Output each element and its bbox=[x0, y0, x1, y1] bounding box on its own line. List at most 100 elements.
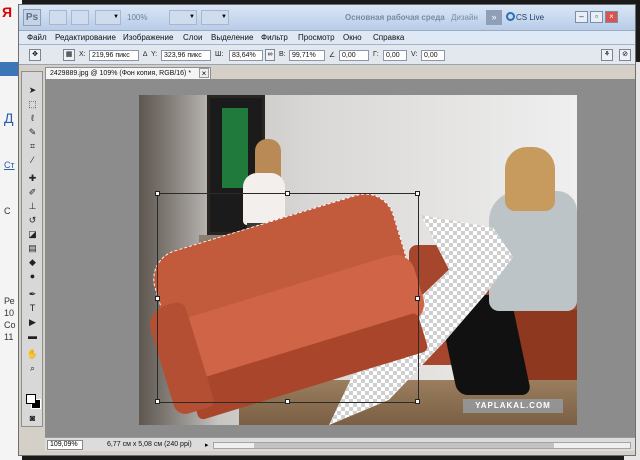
status-bar: 109,09% 6,77 см x 5,08 см (240 ppi) ▸ bbox=[45, 437, 635, 451]
menu-file[interactable]: Файл bbox=[27, 33, 47, 42]
maximize-icon: ▫ bbox=[595, 12, 598, 21]
close-icon: × bbox=[609, 12, 614, 21]
hand-icon[interactable]: ✋ bbox=[25, 348, 40, 361]
transform-handle-top-left[interactable] bbox=[155, 191, 160, 196]
puppet-warp-icon[interactable]: ⚘ bbox=[601, 49, 613, 61]
chevron-down-icon: ▼ bbox=[189, 14, 195, 20]
workspace-design-button[interactable]: Дизайн bbox=[451, 13, 478, 22]
quick-mask-icon[interactable]: ◙ bbox=[25, 412, 40, 425]
reference-point-icon[interactable]: ▦ bbox=[63, 49, 75, 61]
horizontal-scrollbar-thumb[interactable] bbox=[254, 443, 554, 448]
bridge-button[interactable] bbox=[49, 10, 67, 25]
height-percent-field[interactable]: 99,71% bbox=[289, 50, 325, 61]
browser-text-fragment: 10 bbox=[4, 308, 15, 318]
transform-handle-left[interactable] bbox=[155, 296, 160, 301]
link-icon[interactable]: ∞ bbox=[265, 49, 275, 61]
horizontal-scrollbar[interactable] bbox=[213, 442, 631, 449]
delta-icon: ∆ bbox=[143, 51, 148, 58]
brush-icon[interactable]: ✐ bbox=[25, 186, 40, 199]
chevron-down-icon: ▼ bbox=[113, 14, 119, 20]
browser-text-fragment: С bbox=[4, 206, 11, 216]
zoom-icon[interactable]: ⌕ bbox=[25, 362, 40, 375]
vskew-label: V: bbox=[411, 51, 418, 58]
clone-stamp-icon[interactable]: ⊥ bbox=[25, 200, 40, 213]
menu-select[interactable]: Выделение bbox=[211, 33, 253, 42]
menu-filter[interactable]: Фильтр bbox=[261, 33, 288, 42]
type-icon[interactable]: T bbox=[25, 302, 40, 315]
pen-icon[interactable]: ✒ bbox=[25, 288, 40, 301]
browser-link-fragment[interactable]: Ст bbox=[4, 160, 15, 170]
canvas-area[interactable]: YAPLAKAL.COM bbox=[45, 79, 635, 437]
browser-logo-fragment: Я bbox=[2, 4, 13, 20]
lasso-icon[interactable]: ℓ bbox=[25, 112, 40, 125]
crop-icon[interactable]: ⌗ bbox=[25, 140, 40, 153]
shape-icon[interactable]: ▬ bbox=[25, 330, 40, 343]
browser-tab-strip bbox=[0, 62, 18, 76]
chevron-down-icon: ▼ bbox=[221, 14, 227, 20]
h-label: В: bbox=[279, 51, 286, 58]
menu-layers[interactable]: Слои bbox=[183, 33, 202, 42]
transform-handle-bottom-left[interactable] bbox=[155, 399, 160, 404]
menu-edit[interactable]: Редактирование bbox=[55, 33, 116, 42]
browser-text-fragment: Д bbox=[4, 110, 14, 126]
eyedropper-icon[interactable]: ⁄ bbox=[25, 154, 40, 167]
tool-preset-icon[interactable]: ✥ bbox=[29, 49, 41, 61]
minimize-icon: – bbox=[579, 12, 584, 21]
close-button[interactable]: × bbox=[605, 11, 618, 23]
free-transform-box[interactable] bbox=[155, 191, 420, 404]
marquee-icon[interactable]: ⬚ bbox=[25, 98, 40, 111]
angle-field[interactable]: 0,00 bbox=[339, 50, 369, 61]
status-menu-arrow[interactable]: ▸ bbox=[205, 441, 209, 449]
y-label: Y: bbox=[151, 51, 158, 58]
photoshop-window: Ps ▼ 100% ▼ ▼ Основная рабочая среда Диз… bbox=[18, 4, 636, 456]
cs-live-button[interactable]: CS Live bbox=[516, 13, 544, 22]
blur-icon[interactable]: ◆ bbox=[25, 256, 40, 269]
menu-window[interactable]: Окно bbox=[343, 33, 362, 42]
status-zoom-field[interactable]: 109,09% bbox=[47, 440, 83, 450]
browser-text-fragment: Со bbox=[4, 320, 16, 330]
path-select-icon[interactable]: ▶ bbox=[25, 316, 40, 329]
extras-dropdown[interactable]: ▼ bbox=[95, 10, 121, 25]
cancel-transform-icon[interactable]: ⊘ bbox=[619, 49, 631, 61]
menu-image[interactable]: Изображение bbox=[123, 33, 173, 42]
x-position-field[interactable]: 219,96 пикс bbox=[89, 50, 139, 61]
y-position-field[interactable]: 323,96 пикс bbox=[161, 50, 211, 61]
transform-handle-bottom-right[interactable] bbox=[415, 399, 420, 404]
x-label: X: bbox=[79, 51, 86, 58]
minibridge-button[interactable] bbox=[71, 10, 89, 25]
menu-help[interactable]: Справка bbox=[373, 33, 404, 42]
document-canvas[interactable]: YAPLAKAL.COM bbox=[139, 95, 577, 425]
app-logo: Ps bbox=[23, 9, 41, 26]
document-close-button[interactable]: × bbox=[199, 68, 209, 78]
transform-handle-top-right[interactable] bbox=[415, 191, 420, 196]
healing-brush-icon[interactable]: ✚ bbox=[25, 172, 40, 185]
workspace-more-button[interactable]: » bbox=[486, 10, 502, 25]
gradient-icon[interactable]: ▤ bbox=[25, 242, 40, 255]
history-brush-icon[interactable]: ↺ bbox=[25, 214, 40, 227]
workspace-main-button[interactable]: Основная рабочая среда bbox=[345, 13, 445, 22]
maximize-button[interactable]: ▫ bbox=[590, 11, 603, 23]
w-label: Ш: bbox=[215, 51, 224, 58]
arrange-documents-dropdown[interactable]: ▼ bbox=[169, 10, 197, 25]
minimize-button[interactable]: – bbox=[575, 11, 588, 23]
hskew-label: Г: bbox=[373, 51, 379, 58]
horizontal-skew-field[interactable]: 0,00 bbox=[383, 50, 407, 61]
document-tab[interactable]: 2429889.jpg @ 109% (Фон копия, RGB/16) * bbox=[45, 67, 211, 79]
photo-mirror-reflection bbox=[222, 108, 248, 188]
zoom-level[interactable]: 100% bbox=[127, 13, 147, 22]
dodge-icon[interactable]: ● bbox=[25, 270, 40, 283]
transform-handle-bottom[interactable] bbox=[285, 399, 290, 404]
foreground-color-swatch[interactable] bbox=[26, 394, 36, 404]
menu-bar: Файл Редактирование Изображение Слои Выд… bbox=[19, 31, 635, 45]
vertical-skew-field[interactable]: 0,00 bbox=[421, 50, 445, 61]
transform-handle-right[interactable] bbox=[415, 296, 420, 301]
quick-select-icon[interactable]: ✎ bbox=[25, 126, 40, 139]
width-percent-field[interactable]: 83,64% bbox=[229, 50, 263, 61]
screen-mode-dropdown[interactable]: ▼ bbox=[201, 10, 229, 25]
status-document-size: 6,77 см x 5,08 см (240 ppi) bbox=[107, 441, 192, 448]
eraser-icon[interactable]: ◪ bbox=[25, 228, 40, 241]
menu-view[interactable]: Просмотр bbox=[298, 33, 335, 42]
angle-icon: ∠ bbox=[329, 52, 336, 59]
move-icon[interactable]: ➤ bbox=[25, 84, 40, 97]
transform-handle-top[interactable] bbox=[285, 191, 290, 196]
